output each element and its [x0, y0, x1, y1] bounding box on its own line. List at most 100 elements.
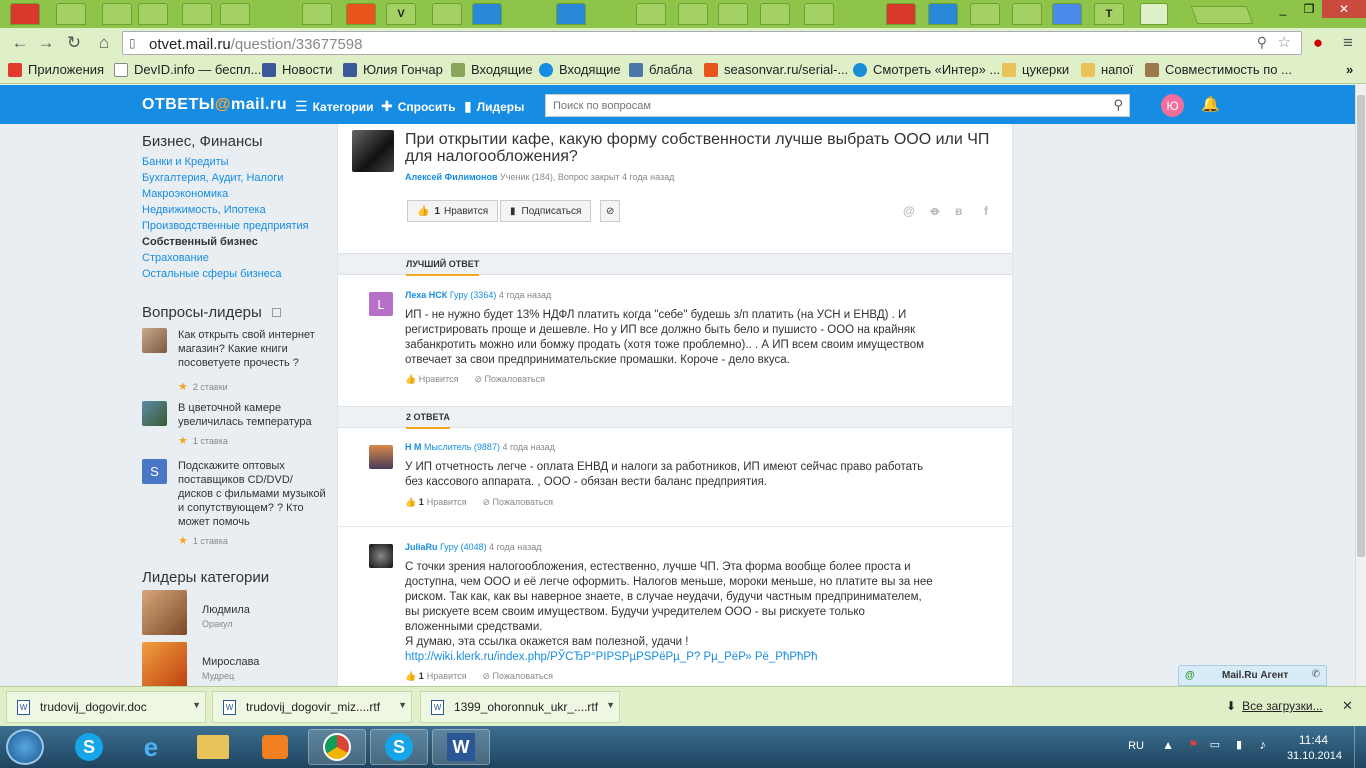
nav-ask[interactable]: ✚ Спросить: [381, 98, 455, 115]
nav-leaders[interactable]: ▮ Лидеры: [464, 98, 524, 115]
browser-tab[interactable]: V: [386, 3, 416, 25]
search-input[interactable]: [546, 95, 1086, 116]
browser-tab[interactable]: [556, 3, 586, 25]
forward-icon[interactable]: →: [36, 33, 56, 53]
minimize-button[interactable]: _: [1270, 0, 1296, 18]
page-scrollbar[interactable]: [1355, 85, 1366, 686]
share-mail-icon[interactable]: @: [903, 204, 915, 218]
leader-avatar[interactable]: [142, 590, 187, 635]
bookmark-item[interactable]: DevID.info — беспл...: [114, 62, 261, 77]
user-avatar[interactable]: Ю: [1161, 94, 1184, 117]
bookmark-star-icon[interactable]: ☆: [1278, 33, 1291, 51]
menu-icon[interactable]: ≡: [1338, 33, 1358, 53]
chevron-down-icon[interactable]: ▼: [192, 700, 201, 710]
answer-like-button[interactable]: 👍 Нравится: [405, 374, 458, 385]
scrollbar-thumb[interactable]: [1357, 95, 1365, 557]
bookmark-item[interactable]: блабла: [629, 62, 692, 77]
download-item[interactable]: Wtrudovij_dogovir.doc ▼: [6, 691, 206, 723]
nav-categories[interactable]: ☰ Категории: [295, 98, 374, 115]
browser-tab[interactable]: [718, 3, 748, 25]
chevron-down-icon[interactable]: ▼: [606, 700, 615, 710]
author-name[interactable]: Алексей Филимонов: [405, 172, 498, 182]
answer-author[interactable]: Леха НСК: [405, 290, 447, 300]
leader-name[interactable]: Людмила: [202, 604, 250, 616]
info-icon[interactable]: [271, 308, 281, 317]
author-avatar[interactable]: [352, 130, 394, 172]
clock-date[interactable]: 31.10.2014: [1287, 750, 1342, 762]
browser-tab[interactable]: [636, 3, 666, 25]
like-button[interactable]: 👍 1 Нравится: [407, 200, 499, 222]
home-icon[interactable]: ⌂: [94, 33, 114, 53]
mail-agent-widget[interactable]: @ Mail.Ru Агент ✆: [1178, 665, 1327, 686]
share-facebook-icon[interactable]: f: [984, 204, 988, 218]
browser-tab[interactable]: [804, 3, 834, 25]
address-bar[interactable]: ▯ otvet.mail.ru/question/33677598 ⚲ ☆: [122, 31, 1302, 55]
bookmark-item[interactable]: Юлия Гончар: [343, 62, 443, 77]
leader-question-text[interactable]: Как открыть свой интернет магазин? Какие…: [178, 328, 328, 370]
bookmark-folder[interactable]: напої: [1081, 62, 1133, 77]
media-player-icon[interactable]: [246, 729, 304, 765]
browser-tab[interactable]: [678, 3, 708, 25]
leader-name[interactable]: Мирослава: [202, 656, 259, 668]
sidebar-link[interactable]: Остальные сферы бизнеса: [142, 268, 281, 280]
browser-tab[interactable]: [220, 3, 250, 25]
sidebar-link-current[interactable]: Собственный бизнес: [142, 236, 258, 248]
browser-tab[interactable]: [472, 3, 502, 25]
bookmark-item[interactable]: Смотреть «Интер» ...: [853, 62, 1000, 77]
show-desktop-button[interactable]: [1354, 726, 1366, 768]
sidebar-link[interactable]: Недвижимость, Ипотека: [142, 204, 266, 216]
bookmark-item[interactable]: Новости: [262, 62, 332, 77]
sidebar-link[interactable]: Производственные предприятия: [142, 220, 309, 232]
bookmark-item[interactable]: Совместимость по ...: [1145, 62, 1292, 77]
clock-time[interactable]: 11:44: [1299, 733, 1328, 747]
browser-tab[interactable]: [928, 3, 958, 25]
bookmark-folder[interactable]: цукерки: [1002, 62, 1069, 77]
sidebar-link[interactable]: Банки и Кредиты: [142, 156, 229, 168]
phone-icon[interactable]: ✆: [1312, 669, 1320, 680]
browser-tab[interactable]: [432, 3, 462, 25]
bookmark-item[interactable]: seasonvar.ru/serial-...: [704, 62, 848, 77]
skype-taskbar-icon[interactable]: S: [60, 729, 118, 765]
browser-tab[interactable]: [970, 3, 1000, 25]
answer-author[interactable]: JuliaRu: [405, 542, 438, 552]
answer-link[interactable]: http://wiki.klerk.ru/index.php/РЎСЂР°РІР…: [405, 651, 817, 663]
sidebar-link[interactable]: Страхование: [142, 252, 209, 264]
answer-avatar[interactable]: [369, 544, 393, 568]
answer-complain-button[interactable]: ⊘ Пожаловаться: [474, 374, 545, 385]
browser-tab[interactable]: [1052, 3, 1082, 25]
tray-expand-icon[interactable]: ▲: [1162, 738, 1174, 752]
answer-complain-button[interactable]: ⊘ Пожаловаться: [482, 671, 553, 682]
site-logo[interactable]: ОТВЕТЫ@mail.ru: [142, 96, 287, 114]
battery-icon[interactable]: ▭: [1210, 738, 1220, 751]
answer-complain-button[interactable]: ⊘ Пожаловаться: [482, 497, 553, 508]
bookmark-item[interactable]: Входящие: [539, 62, 621, 77]
browser-tab[interactable]: [182, 3, 212, 25]
answer-author[interactable]: Н М: [405, 442, 422, 452]
back-icon[interactable]: ←: [10, 33, 30, 53]
internet-explorer-icon[interactable]: e: [122, 729, 180, 765]
maximize-button[interactable]: ❐: [1296, 0, 1322, 18]
bookmark-apps[interactable]: Приложения: [8, 62, 104, 77]
browser-tab[interactable]: [138, 3, 168, 25]
leader-question-text[interactable]: В цветочной камере увеличилась температу…: [178, 401, 328, 429]
subscribe-button[interactable]: ▮ Подписаться: [500, 200, 592, 222]
browser-tab[interactable]: T: [1094, 3, 1124, 25]
share-vk-icon[interactable]: в: [955, 204, 962, 218]
browser-tab[interactable]: [102, 3, 132, 25]
search-icon[interactable]: ⚲: [1113, 97, 1123, 113]
more-bookmarks-icon[interactable]: »: [1346, 62, 1353, 77]
browser-tab[interactable]: [10, 3, 40, 25]
share-ok-icon[interactable]: ꝋ: [930, 204, 940, 218]
close-icon[interactable]: ✕: [1342, 698, 1353, 714]
bookmark-item[interactable]: Входящие: [451, 62, 533, 77]
bell-icon[interactable]: 🔔: [1201, 95, 1220, 113]
browser-tab[interactable]: [1012, 3, 1042, 25]
signal-icon[interactable]: ▮: [1236, 738, 1242, 751]
leader-avatar[interactable]: [142, 642, 187, 686]
adblock-icon[interactable]: ●: [1308, 33, 1328, 53]
skype-window-icon[interactable]: S: [370, 729, 428, 765]
download-item[interactable]: Wtrudovij_dogovir_miz....rtf ▼: [212, 691, 412, 723]
reload-icon[interactable]: ↻: [64, 33, 84, 53]
file-explorer-icon[interactable]: [184, 729, 242, 765]
start-button[interactable]: [6, 729, 44, 765]
